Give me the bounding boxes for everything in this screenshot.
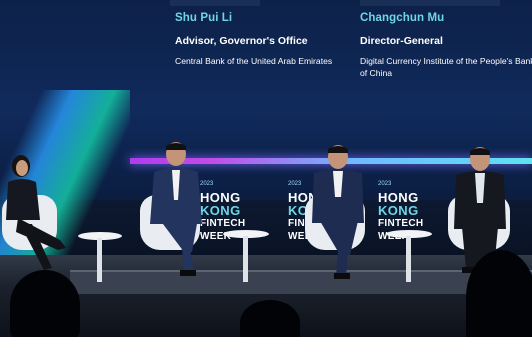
speaker-org: Digital Currency Institute of the People… — [360, 56, 532, 78]
speaker-name: Shu Pui Li — [175, 12, 233, 24]
logo-fintech: FINTECH — [378, 218, 424, 229]
panelist-left — [150, 142, 202, 276]
cut-text-strip — [170, 0, 260, 6]
cut-text-strip — [360, 0, 500, 6]
speaker-card-left: Shu Pui Li Advisor, Governor's Office Ce… — [175, 12, 350, 67]
audience-member — [240, 300, 300, 337]
speaker-card-right: Changchun Mu Director-General Digital Cu… — [360, 12, 532, 79]
speaker-name: Changchun Mu — [360, 12, 445, 24]
speaker-role: Director-General — [360, 35, 443, 47]
speaker-org: Central Bank of the United Arab Emirates — [175, 56, 333, 66]
speaker-role: Advisor, Governor's Office — [175, 35, 308, 47]
conference-photo: Shu Pui Li Advisor, Governor's Office Ce… — [0, 0, 532, 337]
panelist-moderator — [6, 155, 66, 270]
panelist-center — [312, 145, 364, 279]
audience-member — [10, 270, 80, 337]
logo-kong: KONG — [378, 203, 419, 218]
audience-member — [466, 250, 532, 337]
